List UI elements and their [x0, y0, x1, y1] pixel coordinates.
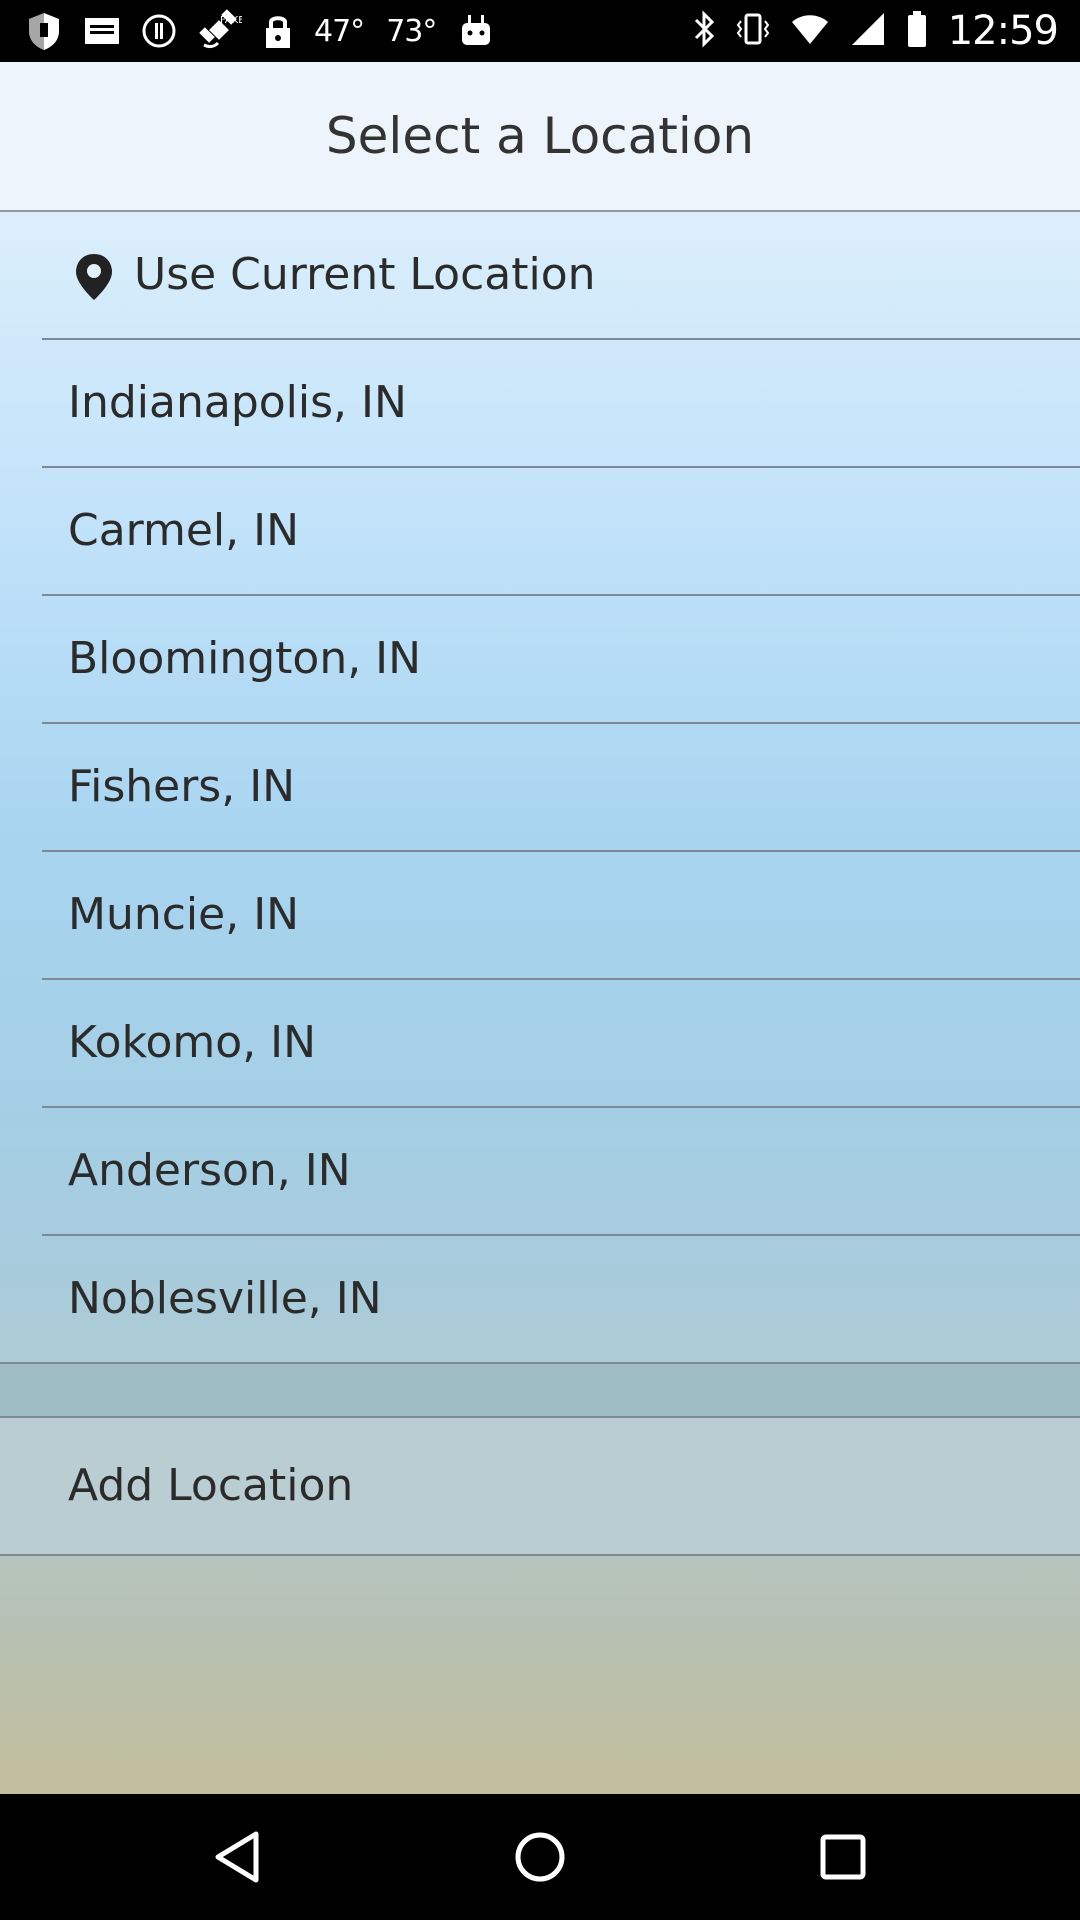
lock-icon — [264, 13, 292, 49]
location-label: Fishers, IN — [68, 761, 296, 812]
bluetooth-icon — [692, 10, 716, 52]
location-label: Kokomo, IN — [68, 1017, 317, 1068]
location-label: Bloomington, IN — [68, 633, 422, 684]
temperature-1: 47° — [314, 13, 365, 49]
android-icon — [458, 13, 494, 49]
location-label: Muncie, IN — [68, 889, 300, 940]
use-current-location-button[interactable]: Use Current Location — [0, 212, 1080, 340]
location-item-indianapolis[interactable]: Indianapolis, IN — [0, 340, 1080, 468]
location-label: Noblesville, IN — [68, 1273, 382, 1324]
status-bar: FAKE 47° 73° 12:59 — [0, 0, 1080, 62]
location-item-muncie[interactable]: Muncie, IN — [0, 852, 1080, 980]
location-item-anderson[interactable]: Anderson, IN — [0, 1108, 1080, 1236]
location-item-noblesville[interactable]: Noblesville, IN — [0, 1236, 1080, 1364]
vibrate-icon — [736, 11, 770, 51]
location-list: Use Current Location Indianapolis, IN Ca… — [0, 212, 1080, 1364]
use-current-location-label: Use Current Location — [134, 249, 596, 300]
location-item-bloomington[interactable]: Bloomington, IN — [0, 596, 1080, 724]
signal-icon — [850, 11, 886, 51]
back-button[interactable] — [177, 1794, 297, 1920]
status-right-icons: 12:59 — [692, 0, 1059, 62]
location-label: Indianapolis, IN — [68, 377, 407, 428]
recents-icon — [820, 1834, 866, 1880]
home-button[interactable] — [480, 1794, 600, 1920]
temperature-2: 73° — [386, 13, 437, 49]
header: Select a Location — [0, 62, 1080, 212]
location-item-fishers[interactable]: Fishers, IN — [0, 724, 1080, 852]
svg-text:FAKE: FAKE — [220, 15, 242, 26]
recents-button[interactable] — [783, 1794, 903, 1920]
mail-icon — [84, 17, 120, 45]
shield-icon — [26, 11, 62, 51]
location-pin-icon — [76, 254, 112, 300]
location-screen: Select a Location Use Current Location I… — [0, 62, 1080, 1794]
location-item-carmel[interactable]: Carmel, IN — [0, 468, 1080, 596]
satellite-icon: FAKE — [198, 9, 242, 53]
location-label: Anderson, IN — [68, 1145, 351, 1196]
status-left-icons: FAKE 47° 73° — [26, 0, 494, 62]
alert-icon — [142, 14, 176, 48]
location-item-kokomo[interactable]: Kokomo, IN — [0, 980, 1080, 1108]
page-title: Select a Location — [325, 107, 755, 165]
section-separator — [0, 1364, 1080, 1418]
add-location-button[interactable]: Add Location — [0, 1418, 1080, 1556]
clock: 12:59 — [947, 8, 1059, 54]
home-icon — [515, 1832, 565, 1882]
add-location-label: Add Location — [68, 1460, 354, 1511]
navigation-bar — [0, 1794, 1080, 1920]
location-label: Carmel, IN — [68, 505, 300, 556]
back-icon — [215, 1831, 259, 1883]
wifi-icon — [790, 12, 830, 50]
battery-icon — [906, 10, 928, 52]
